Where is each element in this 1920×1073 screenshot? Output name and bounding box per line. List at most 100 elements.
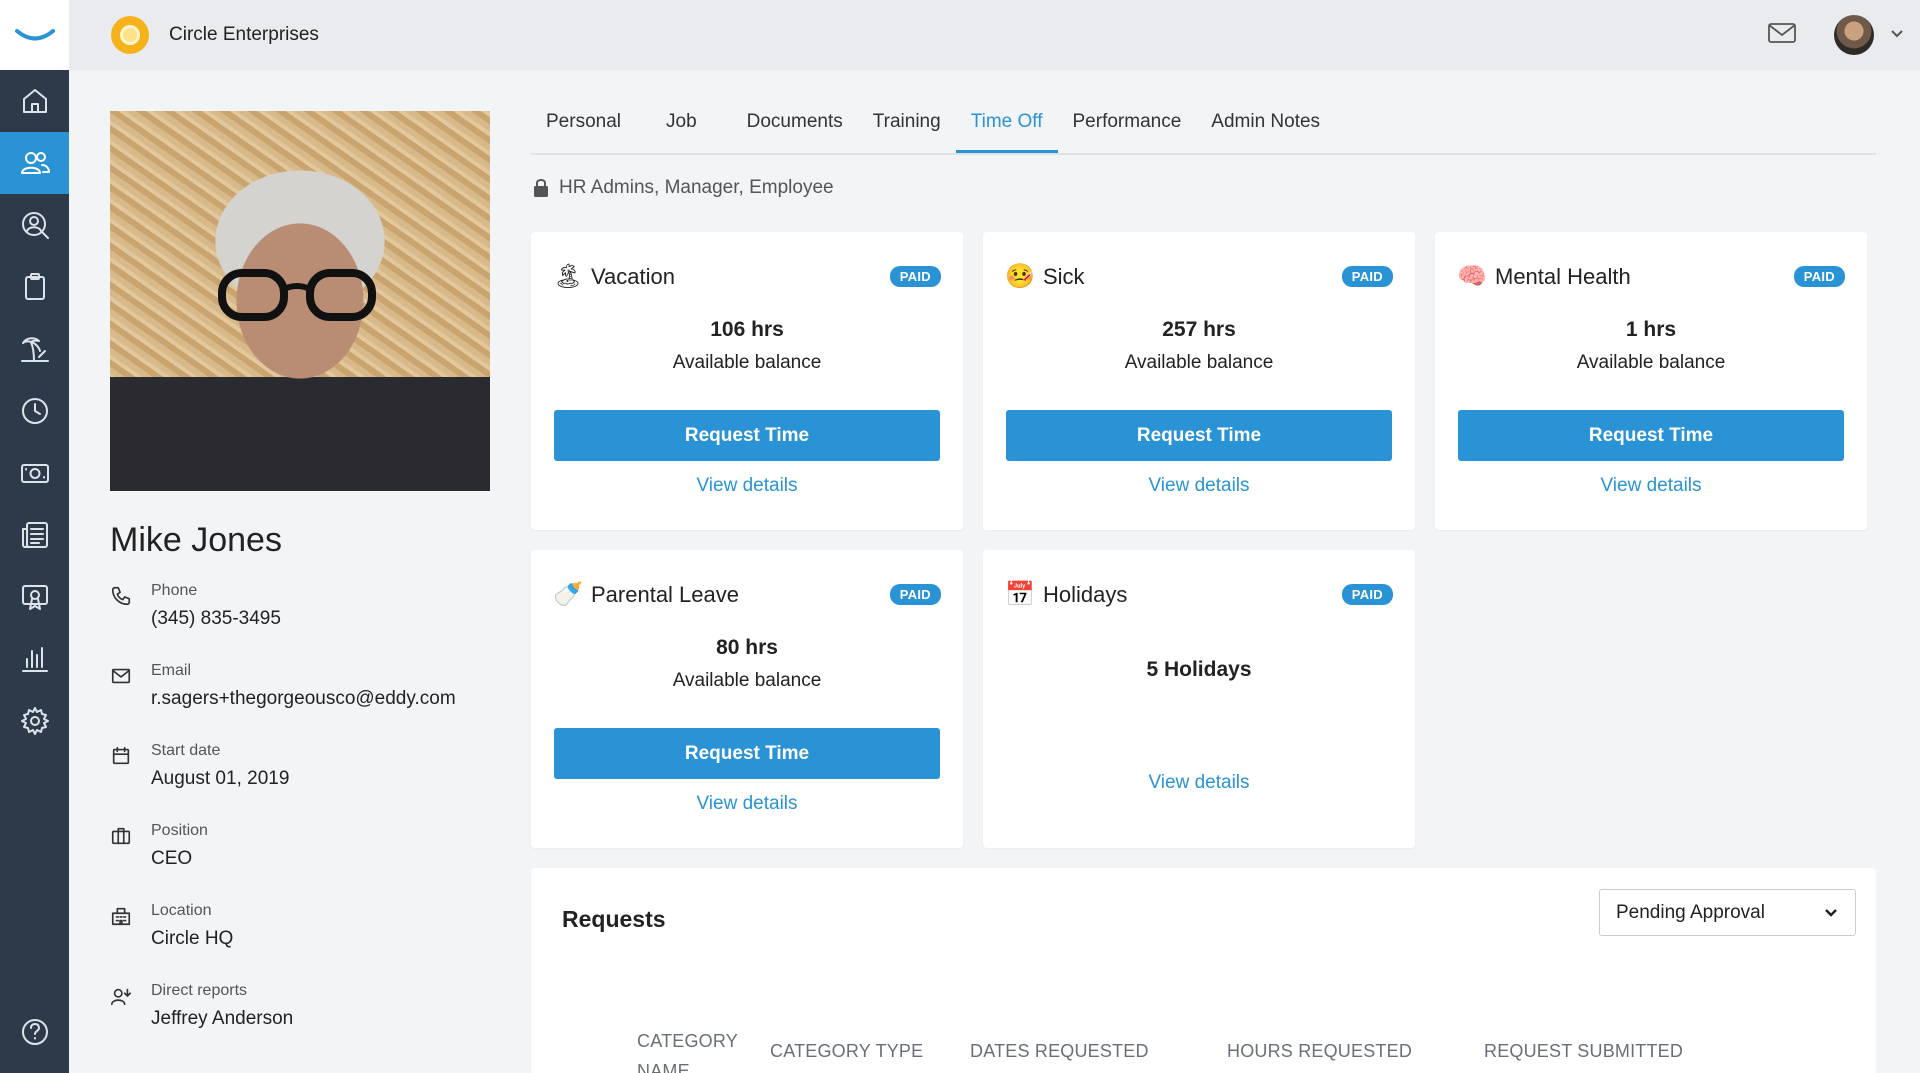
sidebar-item-help[interactable] <box>0 1001 69 1063</box>
paid-badge: PAID <box>1341 584 1393 605</box>
inbox-button[interactable] <box>1766 17 1798 54</box>
bar-chart-icon <box>21 647 48 672</box>
profile-field-email: Email r.sagers+thegorgeousco@eddy.com <box>110 662 492 742</box>
view-details-link[interactable]: View details <box>983 772 1415 794</box>
permissions-text: HR Admins, Manager, Employee <box>559 177 834 198</box>
paid-badge: PAID <box>1341 266 1393 287</box>
paid-badge: PAID <box>1793 266 1845 287</box>
card-title: Vacation <box>591 263 675 289</box>
time-off-card-vacation: 🏝 Vacation PAID 106 hrs Available balanc… <box>531 232 963 530</box>
top-bar-actions <box>1766 0 1906 70</box>
request-time-button[interactable]: Request Time <box>554 728 940 779</box>
brain-icon: 🧠 <box>1457 263 1487 290</box>
profile-field-phone: Phone (345) 835-3495 <box>110 582 492 662</box>
time-off-card-parental-leave: 🍼 Parental Leave PAID 80 hrs Available b… <box>531 550 963 848</box>
top-bar: Circle Enterprises <box>69 0 1920 70</box>
sidebar-item-training[interactable] <box>0 566 69 628</box>
phone-value: (345) 835-3495 <box>151 608 281 629</box>
company-name: Circle Enterprises <box>169 24 319 45</box>
tab-personal[interactable]: Personal <box>531 101 651 153</box>
user-search-icon <box>21 212 49 239</box>
tab-performance[interactable]: Performance <box>1058 101 1197 153</box>
chevron-down-icon <box>1825 908 1837 917</box>
account-menu-toggle[interactable] <box>1888 24 1906 47</box>
profile-info-list: Phone (345) 835-3495 Email r.sagers+thegor… <box>110 582 492 1062</box>
tab-job[interactable]: Job <box>651 101 732 153</box>
tab-documents[interactable]: Documents <box>732 101 858 153</box>
start-date-value: August 01, 2019 <box>151 768 290 789</box>
profile-field-position: Position CEO <box>110 822 492 902</box>
balance-hours: 1 hrs <box>1625 318 1677 341</box>
request-time-button[interactable]: Request Time <box>554 410 940 461</box>
sidebar-item-settings[interactable] <box>0 690 69 752</box>
sidebar-item-reports[interactable] <box>0 628 69 690</box>
balance-hours: 257 hrs <box>1162 318 1236 341</box>
view-details-link[interactable]: View details <box>1435 475 1867 497</box>
profile-field-start-date: Start date August 01, 2019 <box>110 742 492 822</box>
direct-reports-icon <box>111 988 131 1006</box>
home-icon <box>22 89 47 113</box>
sidebar-item-user-search[interactable] <box>0 194 69 256</box>
balance-hours: 80 hrs <box>716 636 778 659</box>
request-time-button[interactable]: Request Time <box>1006 410 1392 461</box>
sidebar-item-people[interactable] <box>0 132 69 194</box>
requests-title: Requests <box>562 906 666 932</box>
sick-face-icon: 🤒 <box>1005 263 1035 290</box>
start-date-label: Start date <box>151 742 221 759</box>
company-logo <box>111 16 149 54</box>
phone-label: Phone <box>151 582 198 599</box>
view-details-link[interactable]: View details <box>531 475 963 497</box>
clipboard-icon <box>24 273 45 300</box>
view-details-link[interactable]: View details <box>983 475 1415 497</box>
baby-bottle-icon: 🍼 <box>553 581 583 608</box>
tab-admin-notes[interactable]: Admin Notes <box>1196 101 1335 153</box>
profile-field-direct-reports: Direct reports Jeffrey Anderson <box>110 982 492 1062</box>
tab-time-off[interactable]: Time Off <box>955 101 1058 153</box>
calendar-icon: 📅 <box>1005 581 1035 608</box>
profile-panel: Mike Jones Phone (345) 835-3495 Email r.sa… <box>110 111 492 1062</box>
time-off-card-sick: 🤒 Sick PAID 257 hrs Available balance Re… <box>983 232 1415 530</box>
direct-report-item[interactable]: Jeffrey Anderson <box>151 1008 293 1030</box>
request-status-filter-value: Pending Approval <box>1616 901 1765 923</box>
employee-name: Mike Jones <box>110 521 282 559</box>
sidebar-item-news[interactable] <box>0 504 69 566</box>
building-icon <box>111 907 131 926</box>
sidebar-item-clock[interactable] <box>0 380 69 442</box>
mail-icon <box>111 668 131 684</box>
request-time-button[interactable]: Request Time <box>1458 410 1844 461</box>
card-title: Sick <box>1043 263 1085 289</box>
certificate-icon <box>21 585 48 610</box>
app-logo[interactable] <box>0 0 69 70</box>
island-icon: 🏝 <box>553 263 584 290</box>
column-header-dates-requested: DATES REQUESTED <box>970 1041 1149 1061</box>
email-label: Email <box>151 662 192 679</box>
gear-icon <box>20 707 49 735</box>
sidebar-item-payroll[interactable] <box>0 442 69 504</box>
logo-mark-icon <box>14 29 55 41</box>
column-header-request-submitted: REQUEST SUBMITTED <box>1484 1041 1684 1061</box>
balance-label: Available balance <box>1576 352 1726 373</box>
calendar-icon <box>112 746 130 765</box>
request-status-filter[interactable]: Pending Approval <box>1599 889 1856 936</box>
profile-photo <box>110 111 490 491</box>
column-header-hours-requested: HOURS REQUESTED <box>1227 1041 1413 1061</box>
balance-label: Available balance <box>1124 352 1274 373</box>
time-off-card-mental-health: 🧠 Mental Health PAID 1 hrs Available bal… <box>1435 232 1867 530</box>
location-value: Circle HQ <box>151 928 234 949</box>
tab-training[interactable]: Training <box>858 101 956 153</box>
beach-icon <box>20 337 49 362</box>
profile-tabs: Personal Job Documents Training Time Off… <box>531 101 1876 155</box>
profile-photo-glasses <box>218 269 376 321</box>
user-avatar[interactable] <box>1834 15 1874 55</box>
sidebar-item-home[interactable] <box>0 70 69 132</box>
lock-icon <box>534 179 548 197</box>
help-icon <box>21 1019 48 1045</box>
people-icon <box>20 152 50 174</box>
column-header-category-name: CATEGORY NAME <box>637 1031 738 1073</box>
sidebar-item-clipboard[interactable] <box>0 256 69 318</box>
card-title: Parental Leave <box>591 581 739 607</box>
card-title: Holidays <box>1043 581 1128 607</box>
email-value[interactable]: r.sagers+thegorgeousco@eddy.com <box>151 688 456 710</box>
view-details-link[interactable]: View details <box>531 793 963 815</box>
sidebar-item-time-off[interactable] <box>0 318 69 380</box>
